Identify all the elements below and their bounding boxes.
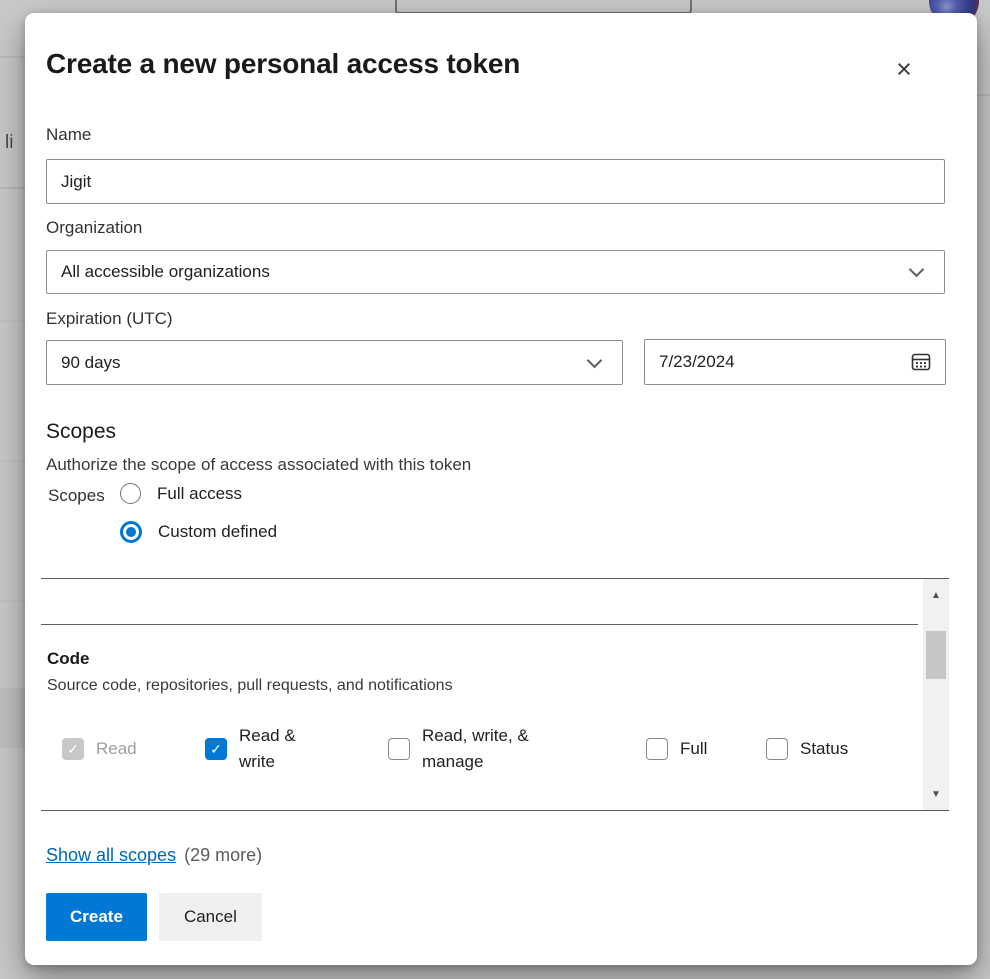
- permission-full-label: Full: [680, 736, 707, 762]
- expiration-label: Expiration (UTC): [46, 309, 173, 329]
- radio-custom-defined[interactable]: Custom defined: [120, 521, 277, 543]
- name-input[interactable]: Jigit: [46, 159, 945, 204]
- scope-section-title: Code: [47, 649, 90, 669]
- calendar-icon[interactable]: [911, 352, 931, 372]
- radio-full-access-label: Full access: [157, 484, 242, 504]
- create-button[interactable]: Create: [46, 893, 147, 941]
- background-divider: [0, 187, 25, 189]
- checkbox-unchecked-icon[interactable]: [766, 738, 788, 760]
- background-divider: [977, 94, 990, 96]
- permission-status[interactable]: Status: [766, 721, 848, 777]
- background-divider: [0, 320, 25, 322]
- background-strip: [0, 688, 25, 748]
- permission-read-write-manage[interactable]: Read, write, & manage: [388, 721, 540, 777]
- scope-section-divider: [41, 624, 918, 625]
- name-input-value: Jigit: [47, 172, 944, 192]
- background-divider: [0, 600, 25, 602]
- background-divider: [0, 56, 25, 58]
- close-icon[interactable]: ×: [887, 52, 921, 86]
- expiration-date-input[interactable]: 7/23/2024: [644, 339, 946, 385]
- scroll-down-icon[interactable]: ▼: [923, 790, 949, 800]
- background-search-box: [395, 0, 692, 14]
- more-scopes-count: (29 more): [184, 845, 262, 866]
- cancel-button[interactable]: Cancel: [159, 893, 262, 941]
- checkbox-unchecked-icon[interactable]: [388, 738, 410, 760]
- radio-unselected-icon[interactable]: [120, 483, 141, 504]
- chevron-down-icon: [909, 262, 925, 278]
- permission-read[interactable]: ✓ Read: [62, 721, 137, 777]
- background-divider: [0, 460, 25, 462]
- scopes-group-label: Scopes: [48, 486, 105, 506]
- radio-custom-defined-label: Custom defined: [158, 522, 277, 542]
- name-label: Name: [46, 125, 91, 145]
- checkbox-unchecked-icon[interactable]: [646, 738, 668, 760]
- dialog-footer: Create Cancel: [46, 893, 262, 941]
- scopes-heading: Scopes: [46, 420, 116, 444]
- show-all-scopes-link[interactable]: Show all scopes: [46, 845, 176, 866]
- permission-read-write-label: Read & write: [239, 723, 309, 776]
- show-all-scopes-row: Show all scopes (29 more): [46, 845, 262, 866]
- organization-label: Organization: [46, 218, 142, 238]
- background-clipped-text: li: [5, 132, 13, 154]
- organization-select[interactable]: All accessible organizations: [46, 250, 945, 294]
- chevron-down-icon: [587, 352, 603, 368]
- permission-read-write[interactable]: ✓ Read & write: [205, 721, 309, 777]
- checkbox-checked-disabled-icon: ✓: [62, 738, 84, 760]
- scope-section-description: Source code, repositories, pull requests…: [47, 677, 453, 695]
- permission-read-label: Read: [96, 736, 137, 762]
- dialog-title: Create a new personal access token: [46, 48, 520, 80]
- radio-full-access[interactable]: Full access: [120, 483, 242, 504]
- expiration-duration-value: 90 days: [47, 353, 589, 373]
- permission-status-label: Status: [800, 736, 848, 762]
- radio-selected-icon[interactable]: [120, 521, 142, 543]
- scopes-scroll-pane[interactable]: Code Source code, repositories, pull req…: [41, 578, 949, 811]
- scopes-description: Authorize the scope of access associated…: [46, 455, 471, 475]
- permission-full[interactable]: Full: [646, 721, 707, 777]
- expiration-date-value: 7/23/2024: [645, 352, 911, 372]
- pane-scrollbar[interactable]: ▲ ▼: [923, 579, 949, 810]
- scroll-up-icon[interactable]: ▲: [923, 591, 949, 601]
- checkbox-checked-icon[interactable]: ✓: [205, 738, 227, 760]
- organization-select-value: All accessible organizations: [47, 262, 911, 282]
- permission-read-write-manage-label: Read, write, & manage: [422, 723, 540, 776]
- expiration-duration-select[interactable]: 90 days: [46, 340, 623, 385]
- scrollbar-thumb[interactable]: [926, 631, 946, 679]
- create-pat-dialog: Create a new personal access token × Nam…: [25, 13, 977, 965]
